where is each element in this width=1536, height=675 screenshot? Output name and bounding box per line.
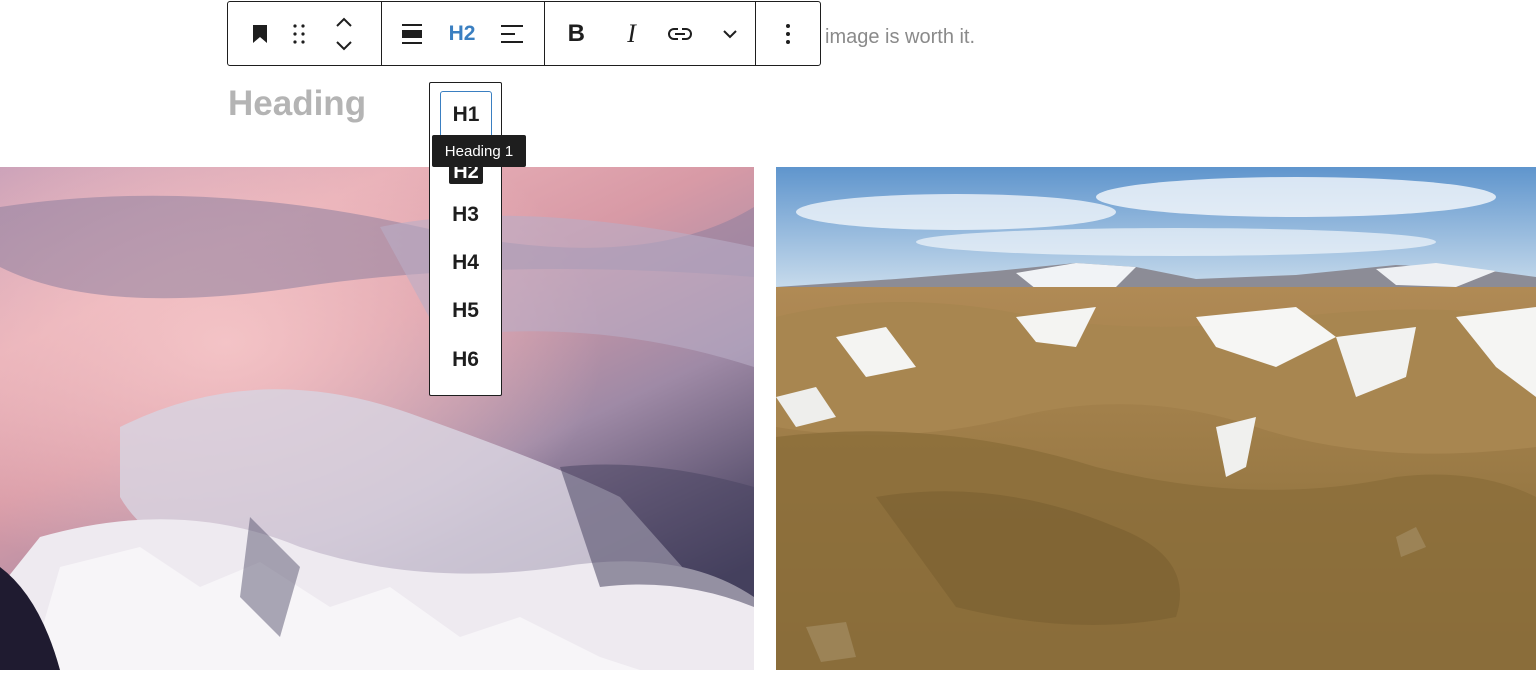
heading-level-label: H2	[448, 21, 476, 45]
more-rich-text-button[interactable]	[705, 2, 755, 65]
drag-handle-button[interactable]	[291, 2, 307, 65]
gallery-image-highlands[interactable]	[776, 167, 1536, 670]
more-vertical-icon	[785, 23, 791, 45]
align-icon	[401, 23, 423, 45]
toolbar-group-options	[755, 2, 820, 65]
bookmark-icon	[252, 24, 268, 43]
options-button[interactable]	[756, 2, 820, 65]
heading-level-dropdown: H1 H2 H3 H4 H5 H6	[429, 82, 502, 396]
move-up-down-icon	[335, 16, 353, 52]
gallery-image-clouds[interactable]	[0, 167, 754, 670]
toolbar-group-richtext: B I	[544, 2, 755, 65]
italic-button[interactable]: I	[608, 2, 656, 65]
link-button[interactable]	[655, 2, 705, 65]
move-up-down-button[interactable]	[307, 2, 381, 65]
link-icon	[667, 26, 693, 42]
heading-option-h3[interactable]: H3	[430, 195, 501, 235]
align-button[interactable]	[382, 2, 442, 65]
toolbar-group-format: H2	[381, 2, 544, 65]
text-align-left-icon	[500, 23, 524, 45]
highlands-image	[776, 167, 1536, 670]
text-align-button[interactable]	[482, 2, 542, 65]
italic-label: I	[627, 18, 636, 48]
block-toolbar: H2 B I	[227, 1, 821, 66]
tooltip: Heading 1	[432, 135, 526, 167]
paragraph-text: image is worth it.	[825, 26, 976, 48]
bold-button[interactable]: B	[545, 2, 608, 65]
drag-handle-icon	[293, 23, 305, 44]
heading-option-h5[interactable]: H5	[430, 291, 501, 331]
toolbar-group-block	[228, 2, 381, 65]
heading-placeholder[interactable]: Heading	[228, 84, 366, 124]
heading-option-h1[interactable]: H1	[440, 91, 492, 139]
block-type-button[interactable]	[228, 2, 291, 65]
chevron-down-icon	[722, 29, 738, 39]
bold-label: B	[567, 19, 586, 47]
heading-option-h4[interactable]: H4	[430, 243, 501, 283]
heading-level-button[interactable]: H2	[442, 2, 482, 65]
clouds-mountains-image	[0, 167, 754, 670]
heading-option-h6[interactable]: H6	[430, 340, 501, 380]
